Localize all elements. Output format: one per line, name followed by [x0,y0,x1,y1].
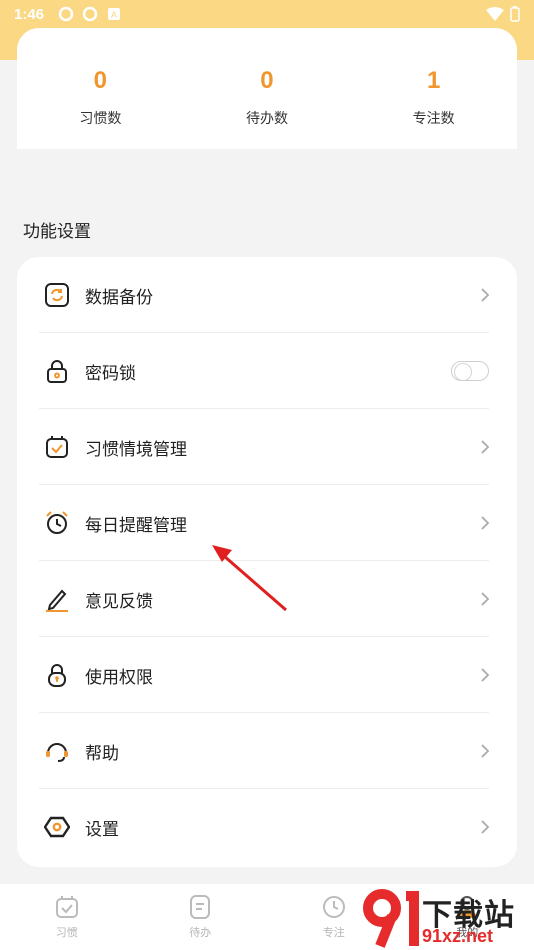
settings-item-label: 帮助 [85,743,119,764]
stat-label: 习惯数 [79,111,122,127]
stat-habits[interactable]: 0 习惯数 [40,66,160,128]
permission-lock-icon [43,661,71,689]
headset-icon [43,737,71,765]
pen-icon [43,585,71,613]
chevron-right-icon [481,592,490,606]
hexagon-gear-icon [43,813,71,841]
settings-item-label: 意见反馈 [85,591,153,612]
habit-icon [55,896,78,918]
nav-tab-todo[interactable]: 待办 [150,894,250,940]
status-time: 1:46 [14,5,45,23]
stat-value: 1 [426,67,441,94]
app-notification-icon [58,6,74,22]
watermark-domain: 91xz.net [422,926,494,946]
nav-label: 专注 [322,926,345,939]
app-notification-icon [82,6,98,22]
wifi-icon [486,7,504,21]
stat-value: 0 [260,67,274,94]
chevron-right-icon [481,516,490,530]
stat-focus[interactable]: 1 专注数 [374,66,494,128]
stat-label: 专注数 [412,111,455,127]
annotation-arrow [212,545,287,612]
chevron-right-icon [481,668,490,682]
backup-icon [43,281,71,309]
settings-item-label: 使用权限 [85,667,153,688]
stat-value: 0 [93,67,107,94]
text-notification-icon: A [108,8,121,20]
stats-card: 0 习惯数 0 待办数 1 专注数 [17,28,517,149]
settings-item-label: 数据备份 [85,287,153,308]
nav-tab-habits[interactable]: 习惯 [17,894,117,940]
settings-item-settings[interactable]: 设置 [17,789,517,865]
chevron-right-icon [481,820,490,834]
settings-item-label: 设置 [85,819,119,840]
settings-item-label: 密码锁 [85,363,136,384]
settings-item-habit-context[interactable]: 习惯情境管理 [17,409,517,485]
chevron-right-icon [481,744,490,758]
settings-item-data-backup[interactable]: 数据备份 [17,257,517,333]
nav-label: 习惯 [55,926,78,939]
stat-label: 待办数 [245,111,288,127]
settings-item-label: 每日提醒管理 [85,515,187,536]
clock-icon [322,896,345,918]
calendar-check-icon [43,433,71,461]
stat-todos[interactable]: 0 待办数 [207,66,327,128]
status-bar: 1:46 A [0,0,534,28]
chevron-right-icon [481,288,490,302]
section-title: 功能设置 [23,222,91,242]
nav-label: 待办 [189,926,212,939]
password-lock-toggle[interactable] [451,361,489,381]
settings-item-permissions[interactable]: 使用权限 [17,637,517,713]
svg-text:A: A [111,10,117,20]
settings-item-password-lock[interactable]: 密码锁 [17,333,517,409]
battery-icon [510,6,520,22]
alarm-clock-icon [43,509,71,537]
lock-icon [43,357,71,385]
todo-icon [190,895,211,919]
settings-item-help[interactable]: 帮助 [17,713,517,789]
watermark-logo: 下载站 91xz.net [362,888,534,950]
settings-item-label: 习惯情境管理 [85,439,187,460]
chevron-right-icon [481,440,490,454]
